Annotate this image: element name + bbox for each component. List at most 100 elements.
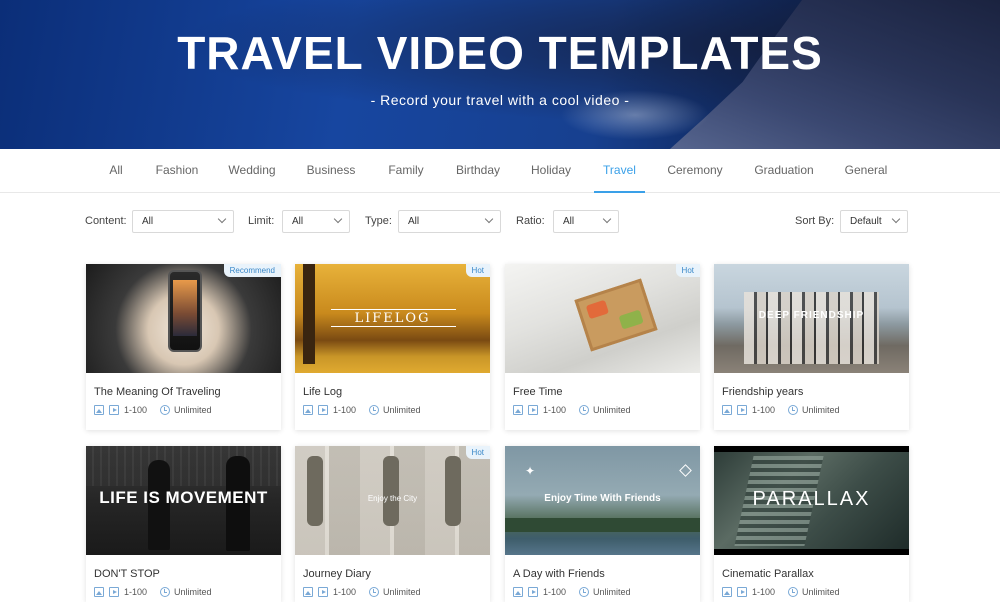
tab-birthday[interactable]: Birthday [448, 149, 508, 193]
chevron-down-icon [602, 214, 612, 224]
duration-text: Unlimited [593, 405, 631, 415]
chevron-down-icon [217, 214, 227, 224]
duration-text: Unlimited [383, 405, 421, 415]
clock-icon [579, 405, 589, 415]
walker-figure [383, 456, 399, 526]
template-thumbnail[interactable]: Enjoy the City Hot [295, 446, 490, 555]
template-title[interactable]: Life Log [303, 386, 342, 398]
overlay-title: PARALLAX [752, 488, 871, 510]
clock-icon [579, 587, 589, 597]
group-people [744, 292, 879, 364]
template-title[interactable]: Journey Diary [303, 568, 371, 580]
recommend-badge: Recommend [223, 264, 281, 277]
media-count: 1-100 [543, 405, 567, 415]
tab-general[interactable]: General [838, 149, 894, 193]
clock-icon [160, 587, 170, 597]
tab-travel[interactable]: Travel [594, 149, 645, 193]
media-count: 1-100 [752, 405, 776, 415]
tab-fashion[interactable]: Fashion [148, 149, 206, 193]
overlay-title: Enjoy the City [367, 494, 418, 503]
video-icon [109, 587, 119, 597]
overlay-title: DEEP FRIENDSHIP [758, 310, 865, 321]
video-icon [737, 587, 747, 597]
sort-label: Sort By: [795, 215, 835, 227]
image-icon [94, 587, 104, 597]
media-count: 1-100 [543, 587, 567, 597]
clock-icon [788, 587, 798, 597]
image-icon [513, 587, 523, 597]
food-item [585, 299, 610, 320]
walker-figure [307, 456, 323, 526]
hot-badge: Hot [465, 264, 490, 277]
template-thumbnail[interactable]: LIFE IS MOVEMENT [86, 446, 281, 555]
ratio-select[interactable]: All [553, 210, 619, 233]
tab-family[interactable]: Family [380, 149, 432, 193]
template-title[interactable]: The Meaning Of Traveling [94, 386, 221, 398]
video-icon [318, 405, 328, 415]
video-icon [528, 587, 538, 597]
template-card[interactable]: Recommend The Meaning Of Traveling 1-100… [86, 264, 281, 430]
template-card[interactable]: LIFE IS MOVEMENT DON'T STOP 1-100 Unlimi… [86, 446, 281, 602]
tab-wedding[interactable]: Wedding [222, 149, 282, 193]
template-thumbnail[interactable]: Recommend [86, 264, 281, 373]
category-nav: All Fashion Wedding Business Family Birt… [0, 149, 1000, 193]
media-count: 1-100 [124, 587, 148, 597]
clock-icon [788, 405, 798, 415]
image-icon [303, 405, 313, 415]
duration-text: Unlimited [802, 405, 840, 415]
limit-filter-label: Limit: [248, 215, 275, 227]
template-card[interactable]: Hot Free Time 1-100 Unlimited [505, 264, 700, 430]
image-icon [94, 405, 104, 415]
overlay-title: LIFE IS MOVEMENT [99, 488, 268, 507]
ratio-filter-label: Ratio: [516, 215, 545, 227]
duration-text: Unlimited [174, 587, 212, 597]
template-thumbnail[interactable]: PARALLAX [714, 446, 909, 555]
template-title[interactable]: DON'T STOP [94, 568, 160, 580]
ratio-select-value: All [563, 216, 575, 227]
video-icon [109, 405, 119, 415]
chevron-down-icon [891, 214, 901, 224]
template-card[interactable]: DEEP FRIENDSHIP Friendship years 1-100 U… [714, 264, 909, 430]
template-title[interactable]: Free Time [513, 386, 563, 398]
sort-select-value: Default [850, 216, 882, 227]
content-filter-label: Content: [85, 215, 127, 227]
page-subtitle: - Record your travel with a cool video - [370, 92, 630, 108]
template-title[interactable]: Cinematic Parallax [722, 568, 814, 580]
template-card[interactable]: Enjoy the City Hot Journey Diary 1-100 U… [295, 446, 490, 602]
media-count: 1-100 [333, 587, 357, 597]
phone-screen [173, 280, 197, 336]
limit-select[interactable]: All [282, 210, 350, 233]
tab-all[interactable]: All [98, 149, 134, 193]
template-thumbnail[interactable]: ✦ Enjoy Time With Friends [505, 446, 700, 555]
phone-graphic [168, 270, 202, 352]
template-card[interactable]: ✦ Enjoy Time With Friends A Day with Fri… [505, 446, 700, 602]
video-icon [318, 587, 328, 597]
template-title[interactable]: Friendship years [722, 386, 803, 398]
template-card[interactable]: PARALLAX Cinematic Parallax 1-100 Unlimi… [714, 446, 909, 602]
chevron-down-icon [484, 214, 494, 224]
duration-text: Unlimited [383, 587, 421, 597]
image-icon [722, 587, 732, 597]
tab-graduation[interactable]: Graduation [748, 149, 820, 193]
template-thumbnail[interactable]: Hot [505, 264, 700, 373]
tab-business[interactable]: Business [300, 149, 362, 193]
tab-holiday[interactable]: Holiday [524, 149, 578, 193]
clock-icon [369, 405, 379, 415]
tree-line [505, 518, 700, 532]
duration-text: Unlimited [174, 405, 212, 415]
clock-icon [369, 587, 379, 597]
template-thumbnail[interactable]: DEEP FRIENDSHIP [714, 264, 909, 373]
walker-figure [445, 456, 461, 526]
type-select[interactable]: All [398, 210, 501, 233]
content-select[interactable]: All [132, 210, 234, 233]
limit-select-value: All [292, 216, 304, 227]
tab-ceremony[interactable]: Ceremony [662, 149, 728, 193]
template-card[interactable]: LIFELOG Hot Life Log 1-100 Unlimited [295, 264, 490, 430]
letterbox-top [714, 446, 909, 452]
template-thumbnail[interactable]: LIFELOG Hot [295, 264, 490, 373]
sparkle-icon: ✦ [525, 464, 536, 478]
template-title[interactable]: A Day with Friends [513, 568, 605, 580]
overlay-title: Enjoy Time With Friends [544, 493, 661, 504]
media-count: 1-100 [333, 405, 357, 415]
sort-select[interactable]: Default [840, 210, 908, 233]
